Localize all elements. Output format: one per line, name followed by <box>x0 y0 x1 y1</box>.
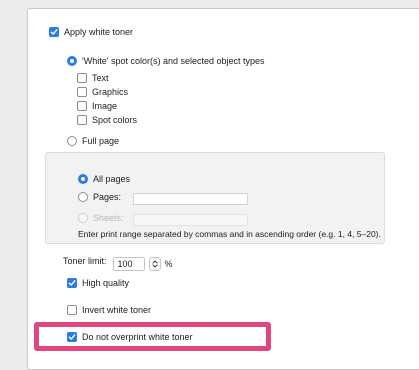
text-label: Text <box>92 73 109 83</box>
toner-limit-label: Toner limit: <box>63 256 107 266</box>
full-page-label: Full page <box>82 136 120 146</box>
high-quality-label: High quality <box>82 278 130 288</box>
range-hint: Enter print range separated by commas an… <box>78 229 381 239</box>
text-checkbox[interactable]: Text <box>77 73 109 83</box>
spot-color-radio[interactable]: 'White' spot color(s) and selected objec… <box>67 56 265 66</box>
spot-color-label: 'White' spot color(s) and selected objec… <box>82 56 265 66</box>
stepper-icon[interactable] <box>148 257 161 271</box>
image-checkbox[interactable]: Image <box>77 101 117 111</box>
image-label: Image <box>92 101 118 111</box>
checkbox-icon <box>77 73 87 83</box>
sheets-radio: Sheets: <box>78 213 124 223</box>
all-pages-radio[interactable]: All pages <box>78 174 130 184</box>
checkbox-icon <box>67 305 77 315</box>
all-pages-label: All pages <box>93 174 131 184</box>
spot-colors-label: Spot colors <box>92 115 138 125</box>
sheets-input <box>133 214 248 226</box>
pages-input[interactable] <box>133 193 248 205</box>
radio-disabled-icon <box>78 213 88 223</box>
sheets-label: Sheets: <box>93 213 124 223</box>
toner-limit-row: Toner limit: 100 % <box>63 254 173 271</box>
highlight-frame <box>34 322 271 351</box>
range-hint-text: Enter print range separated by commas an… <box>78 229 381 239</box>
invert-white-toner-label: Invert white toner <box>82 305 152 315</box>
radio-icon <box>67 136 77 146</box>
graphics-checkbox[interactable]: Graphics <box>77 87 128 97</box>
toner-limit-input[interactable]: 100 <box>112 257 145 271</box>
apply-white-toner-checkbox[interactable]: Apply white toner <box>49 27 133 37</box>
pages-label: Pages: <box>93 192 122 202</box>
toner-limit-unit: % <box>164 259 173 269</box>
radio-selected-icon <box>67 56 77 66</box>
checkbox-icon <box>77 101 87 111</box>
radio-icon <box>78 192 88 202</box>
graphics-label: Graphics <box>92 87 129 97</box>
apply-white-toner-label: Apply white toner <box>64 27 134 37</box>
radio-selected-icon <box>78 174 88 184</box>
checkbox-icon <box>77 87 87 97</box>
checkmark-icon <box>67 278 77 288</box>
pages-radio[interactable]: Pages: <box>78 192 121 202</box>
high-quality-checkbox[interactable]: High quality <box>67 278 129 288</box>
checkbox-icon <box>77 115 87 125</box>
invert-white-toner-checkbox[interactable]: Invert white toner <box>67 305 151 315</box>
checkmark-icon <box>49 27 59 37</box>
full-page-radio[interactable]: Full page <box>67 136 119 146</box>
spot-colors-checkbox[interactable]: Spot colors <box>77 115 137 125</box>
